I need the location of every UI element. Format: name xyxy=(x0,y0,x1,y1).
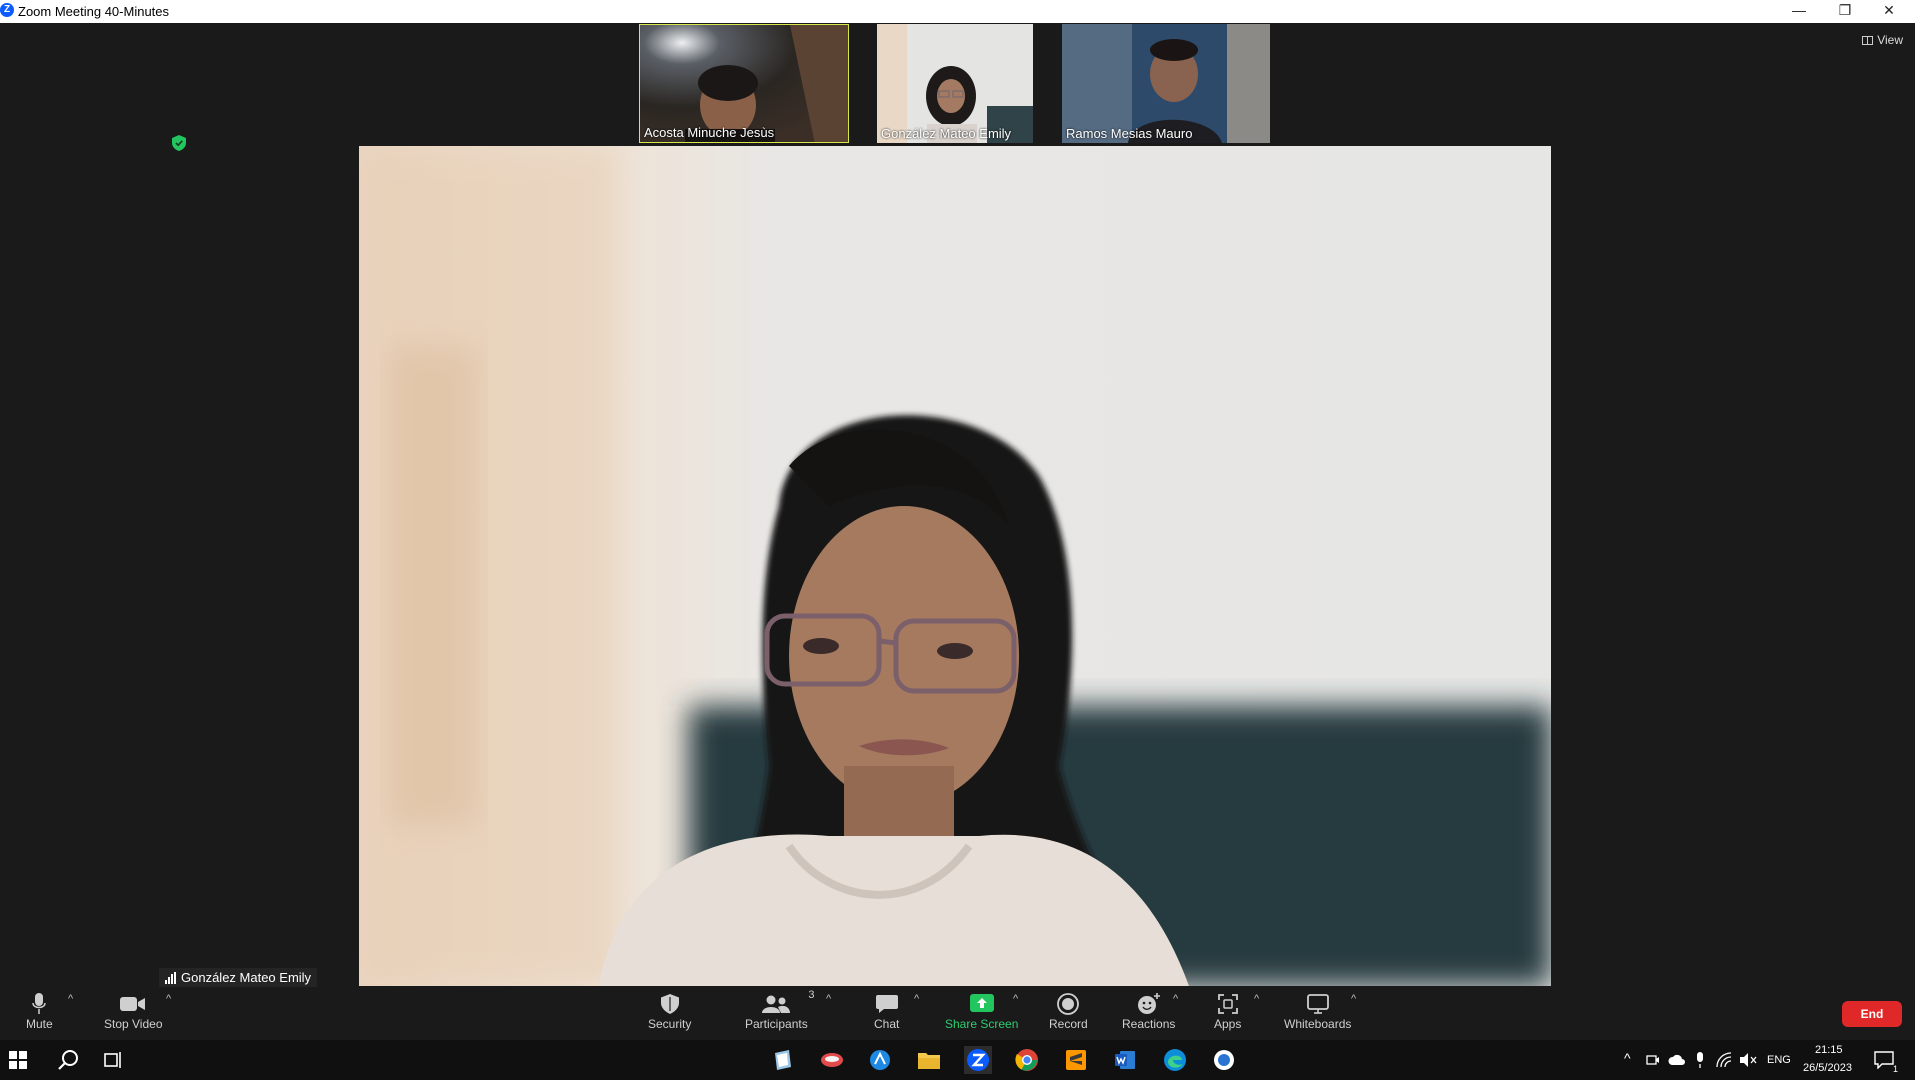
mute-button[interactable]: Mute xyxy=(26,991,53,1031)
share-options-caret[interactable]: ^ xyxy=(1013,993,1018,1005)
notification-icon xyxy=(1874,1051,1894,1069)
windows-logo-icon xyxy=(9,1051,27,1069)
video-camera-icon xyxy=(120,997,146,1011)
start-button[interactable] xyxy=(4,1046,32,1074)
encryption-shield-icon[interactable] xyxy=(172,135,186,151)
red-app-icon[interactable] xyxy=(818,1046,846,1074)
participants-options-caret[interactable]: ^ xyxy=(826,993,831,1005)
edge-icon[interactable] xyxy=(1161,1046,1189,1074)
active-speaker-label: González Mateo Emily xyxy=(159,968,318,987)
chat-bubble-icon xyxy=(875,995,898,1013)
record-label: Record xyxy=(1049,1017,1088,1031)
chat-label: Chat xyxy=(874,1017,900,1031)
task-view-icon xyxy=(104,1052,121,1068)
clock-date[interactable]: 26/5/2023 xyxy=(1803,1062,1852,1074)
participants-button[interactable]: 3 Participants xyxy=(745,989,814,1031)
close-button[interactable]: ✕ xyxy=(1866,0,1912,23)
notification-count: 1 xyxy=(1892,1064,1898,1074)
apps-icon xyxy=(1217,994,1238,1014)
security-label: Security xyxy=(648,1017,692,1031)
security-button[interactable]: Security xyxy=(648,991,691,1031)
participant-thumbnail-1[interactable]: Acosta Minuche Jesùs xyxy=(639,24,849,143)
file-explorer-icon[interactable] xyxy=(915,1046,943,1074)
reactions-button[interactable]: Reactions xyxy=(1122,991,1175,1031)
participants-count: 3 xyxy=(808,989,815,1001)
record-button[interactable]: Record xyxy=(1049,991,1088,1031)
grid-view-icon xyxy=(1862,35,1874,45)
chat-options-caret[interactable]: ^ xyxy=(914,993,919,1005)
network-tray-icon[interactable] xyxy=(1716,1052,1732,1068)
apps-options-caret[interactable]: ^ xyxy=(1254,993,1259,1005)
participant-thumbnail-3[interactable]: Ramos Mesias Mauro xyxy=(1062,24,1270,143)
security-shield-icon xyxy=(660,994,679,1014)
restore-button[interactable]: ❐ xyxy=(1822,0,1868,23)
task-view-button[interactable] xyxy=(100,1046,128,1074)
chat-button[interactable]: Chat xyxy=(874,991,899,1031)
active-speaker-name: González Mateo Emily xyxy=(181,970,312,985)
active-speaker-video[interactable] xyxy=(359,146,1551,986)
microphone-icon xyxy=(32,993,47,1014)
window-titlebar: Z Zoom Meeting 40-Minutes — ❐ ✕ xyxy=(0,0,1915,23)
apps-label: Apps xyxy=(1214,1017,1242,1031)
whiteboard-icon xyxy=(1306,994,1329,1014)
window-title: Zoom Meeting 40-Minutes xyxy=(18,4,170,19)
word-icon[interactable] xyxy=(1111,1046,1139,1074)
share-screen-button[interactable]: Share Screen xyxy=(945,991,1018,1031)
reactions-options-caret[interactable]: ^ xyxy=(1173,993,1178,1005)
microphone-tray-icon[interactable] xyxy=(1695,1052,1705,1068)
video-options-caret[interactable]: ^ xyxy=(166,993,171,1005)
signal-bars-icon xyxy=(165,971,176,984)
stop-video-label: Stop Video xyxy=(104,1017,163,1031)
apps-button[interactable]: Apps xyxy=(1214,991,1241,1031)
participant-name-1: Acosta Minuche Jesùs xyxy=(644,125,775,140)
audio-options-caret[interactable]: ^ xyxy=(68,993,73,1005)
reactions-emoji-icon xyxy=(1137,993,1160,1014)
zoom-taskbar-icon[interactable] xyxy=(964,1046,992,1074)
record-icon xyxy=(1057,993,1080,1015)
search-button[interactable] xyxy=(54,1046,82,1074)
reactions-label: Reactions xyxy=(1122,1017,1176,1031)
tray-expand-caret[interactable]: ^ xyxy=(1624,1050,1631,1066)
whiteboards-label: Whiteboards xyxy=(1284,1017,1352,1031)
mute-label: Mute xyxy=(26,1017,53,1031)
blue-app-icon[interactable] xyxy=(866,1046,894,1074)
participants-label: Participants xyxy=(745,1017,808,1031)
clock-time[interactable]: 21:15 xyxy=(1815,1044,1843,1056)
minimize-button[interactable]: — xyxy=(1776,0,1822,23)
participants-icon xyxy=(762,995,791,1013)
share-screen-icon xyxy=(969,994,994,1012)
end-meeting-button[interactable]: End xyxy=(1842,1001,1902,1027)
sublime-text-icon[interactable] xyxy=(1062,1046,1090,1074)
view-button[interactable]: View xyxy=(1862,33,1903,47)
notification-center-button[interactable]: 1 xyxy=(1870,1046,1898,1074)
chrome-icon[interactable] xyxy=(1013,1046,1041,1074)
camera-tray-icon[interactable] xyxy=(1646,1053,1660,1067)
windows-taskbar: ^ ENG 21:15 26/5/2023 1 xyxy=(0,1040,1915,1080)
onedrive-cloud-icon[interactable] xyxy=(1668,1054,1686,1066)
whiteboards-options-caret[interactable]: ^ xyxy=(1351,993,1356,1005)
whiteboards-button[interactable]: Whiteboards xyxy=(1284,991,1351,1031)
share-screen-label: Share Screen xyxy=(945,1017,1019,1031)
participant-name-2: González Mateo Emily xyxy=(881,126,1012,141)
generic-app-icon[interactable] xyxy=(1210,1046,1238,1074)
meeting-toolbar: Mute ^ Stop Video ^ Security 3 Participa… xyxy=(0,987,1915,1040)
participant-thumbnail-2[interactable]: González Mateo Emily xyxy=(877,24,1033,143)
zoom-app-icon: Z xyxy=(0,3,14,17)
participant-name-3: Ramos Mesias Mauro xyxy=(1066,126,1193,141)
language-indicator[interactable]: ENG xyxy=(1767,1054,1791,1066)
search-icon xyxy=(58,1050,78,1070)
stop-video-button[interactable]: Stop Video xyxy=(104,991,163,1031)
notes-app-icon[interactable] xyxy=(768,1046,796,1074)
volume-muted-icon[interactable] xyxy=(1739,1052,1757,1068)
view-label: View xyxy=(1877,33,1903,47)
